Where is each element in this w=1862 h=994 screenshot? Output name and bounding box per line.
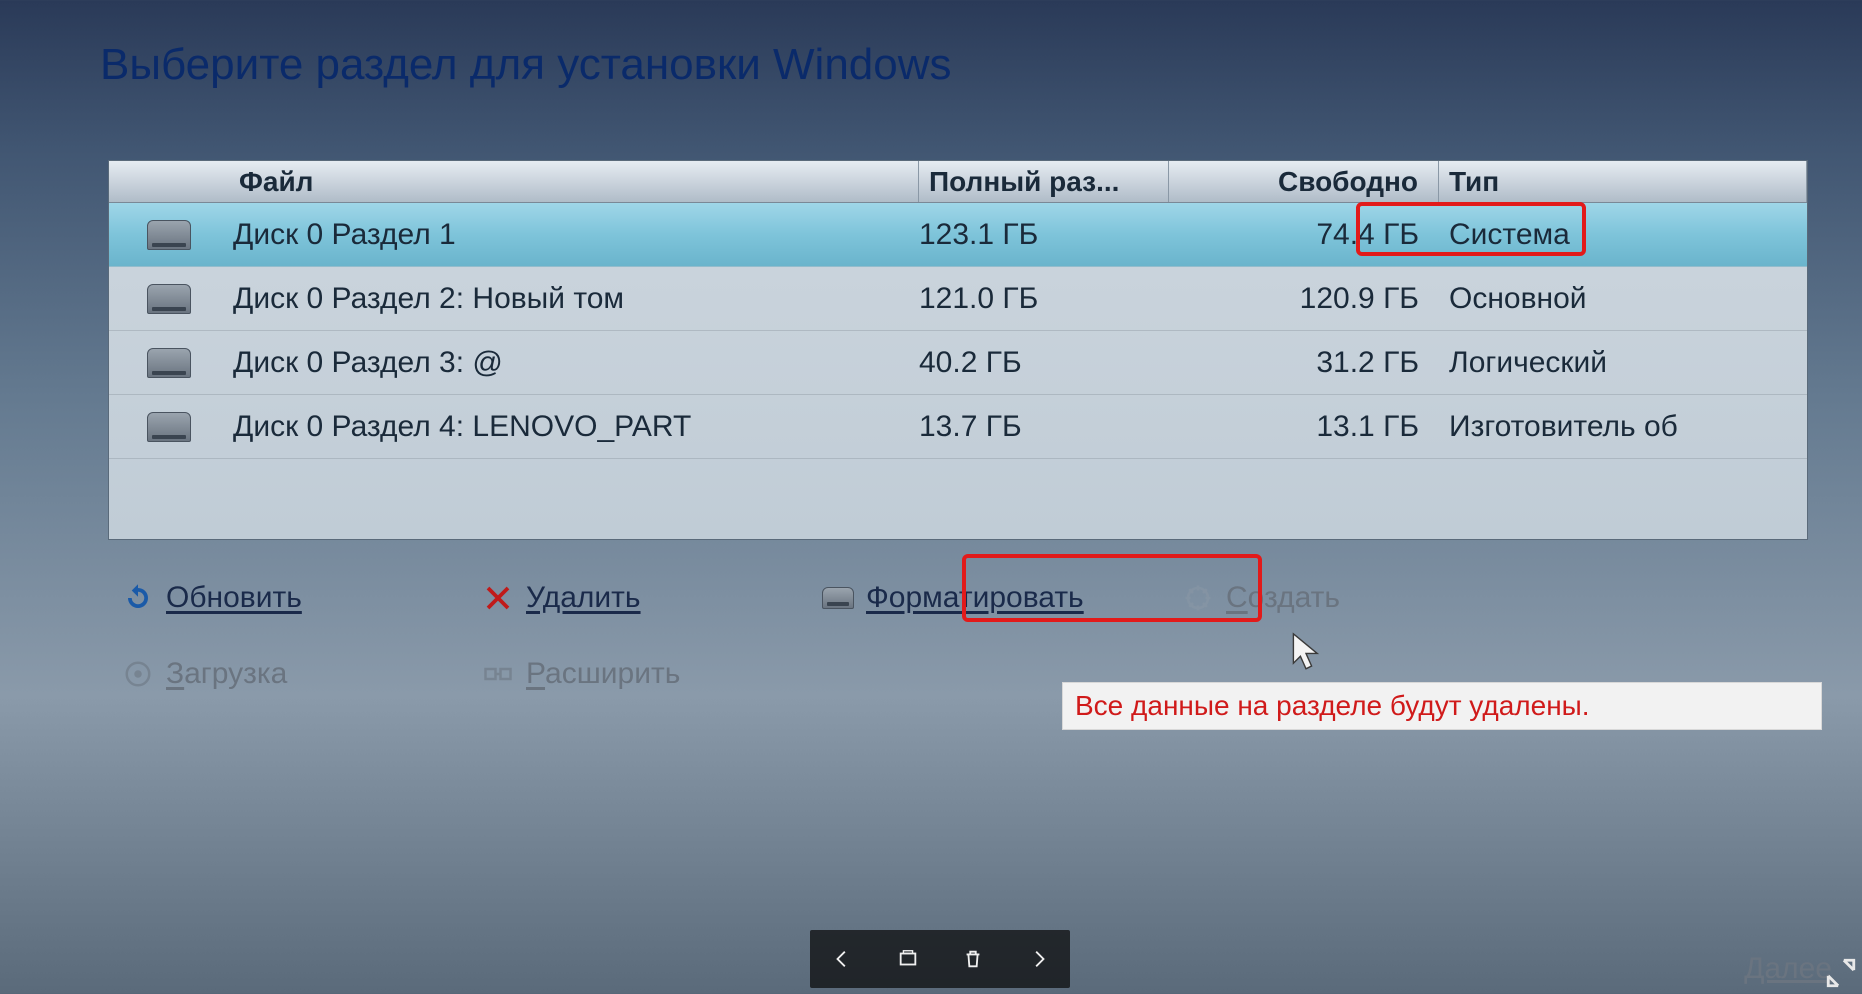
partition-type: Основной <box>1439 282 1807 316</box>
table-body: Диск 0 Раздел 1123.1 ГБ74.4 ГБСистемаДис… <box>109 203 1807 459</box>
disk-icon <box>109 348 229 378</box>
partition-row[interactable]: Диск 0 Раздел 4: LENOVO_PART13.7 ГБ13.1 … <box>109 395 1807 459</box>
partition-size: 40.2 ГБ <box>919 346 1169 380</box>
extend-button: Расширить <box>480 646 820 702</box>
annotation-callout: Все данные на разделе будут удалены. <box>1062 682 1822 730</box>
format-icon <box>820 580 856 616</box>
partition-name: Диск 0 Раздел 3: @ <box>229 346 919 380</box>
toolbar-slideshow-button[interactable] <box>884 935 932 983</box>
partition-free: 13.1 ГБ <box>1169 410 1439 444</box>
create-icon <box>1180 580 1216 616</box>
viewer-toolbar <box>810 930 1070 988</box>
partition-size: 123.1 ГБ <box>919 218 1169 252</box>
col-type[interactable]: Тип <box>1439 161 1807 202</box>
partition-size: 121.0 ГБ <box>919 282 1169 316</box>
disk-icon <box>109 412 229 442</box>
col-size[interactable]: Полный раз... <box>919 161 1169 202</box>
partition-name: Диск 0 Раздел 1 <box>229 218 919 252</box>
installer-window: Выберите раздел для установки Windows Фа… <box>20 0 1862 994</box>
partition-free: 31.2 ГБ <box>1169 346 1439 380</box>
partition-name: Диск 0 Раздел 4: LENOVO_PART <box>229 410 919 444</box>
partition-type: Логический <box>1439 346 1807 380</box>
refresh-button[interactable]: Обновить <box>120 570 480 626</box>
page-title: Выберите раздел для установки Windows <box>100 40 952 90</box>
col-icon <box>109 161 229 202</box>
delete-button[interactable]: Удалить <box>480 570 820 626</box>
partition-type: Изготовитель об <box>1439 410 1807 444</box>
table-header: Файл Полный раз... Свободно Тип <box>109 161 1807 203</box>
partition-row[interactable]: Диск 0 Раздел 2: Новый том121.0 ГБ120.9 … <box>109 267 1807 331</box>
create-label: Создать <box>1226 581 1340 615</box>
load-driver-label: Загрузка <box>166 657 287 691</box>
toolbar-delete-button[interactable] <box>949 935 997 983</box>
create-button: Создать <box>1180 570 1520 626</box>
refresh-icon <box>120 580 156 616</box>
delete-label: Удалить <box>526 581 641 615</box>
delete-icon <box>480 580 516 616</box>
refresh-label: Обновить <box>166 581 302 615</box>
load-driver-icon <box>120 656 156 692</box>
extend-label: Расширить <box>526 657 680 691</box>
next-button: Далее <box>1744 952 1832 986</box>
partition-free: 120.9 ГБ <box>1169 282 1439 316</box>
format-button[interactable]: Форматировать <box>820 570 1180 626</box>
extend-icon <box>480 656 516 692</box>
partition-table: Файл Полный раз... Свободно Тип Диск 0 Р… <box>108 160 1808 540</box>
toolbar-back-button[interactable] <box>819 935 867 983</box>
partition-type: Система <box>1439 218 1807 252</box>
load-driver-button[interactable]: Загрузка <box>120 646 480 702</box>
col-free[interactable]: Свободно <box>1169 161 1439 202</box>
toolbar-forward-button[interactable] <box>1014 935 1062 983</box>
partition-row[interactable]: Диск 0 Раздел 3: @40.2 ГБ31.2 ГБЛогическ… <box>109 331 1807 395</box>
partition-row[interactable]: Диск 0 Раздел 1123.1 ГБ74.4 ГБСистема <box>109 203 1807 267</box>
disk-icon <box>109 220 229 250</box>
format-label: Форматировать <box>866 581 1084 615</box>
disk-icon <box>109 284 229 314</box>
partition-size: 13.7 ГБ <box>919 410 1169 444</box>
partition-name: Диск 0 Раздел 2: Новый том <box>229 282 919 316</box>
col-name[interactable]: Файл <box>229 161 919 202</box>
partition-free: 74.4 ГБ <box>1169 218 1439 252</box>
